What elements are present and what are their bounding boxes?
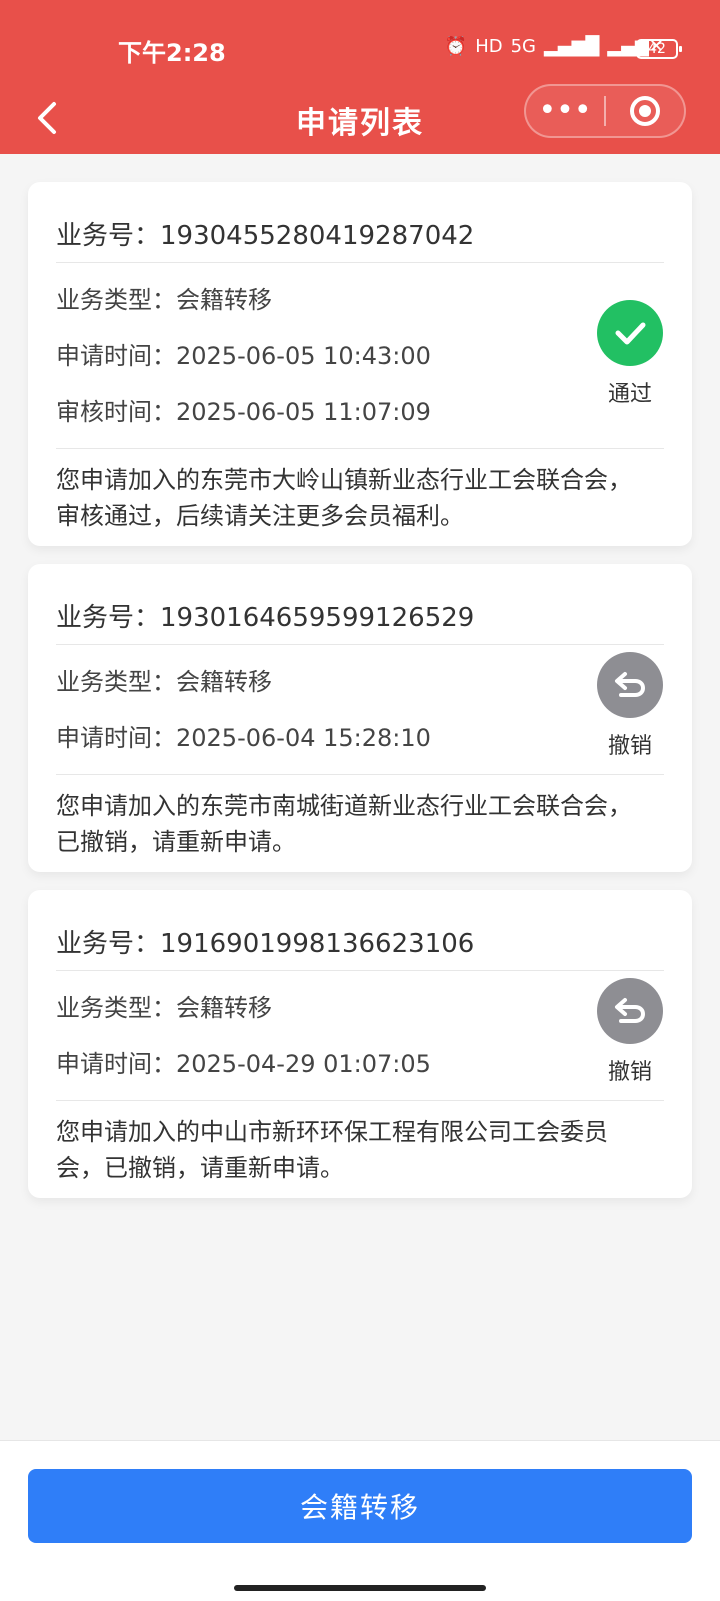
status-label: 撤销 xyxy=(607,734,652,759)
apply-time-row: 申请时间：2025-06-05 10:43:00 xyxy=(56,336,431,371)
battery-level: 42 xyxy=(648,41,666,57)
status-icons: ⏰ HD 5G ▂▄▆█ ▂▄▆✕ xyxy=(445,38,664,56)
status-label: 通过 xyxy=(607,382,652,407)
apply-time-label: 申请时间： xyxy=(56,724,176,752)
business-number-row: 业务号：1916901998136623106 xyxy=(56,923,474,960)
business-number-label: 业务号： xyxy=(56,929,161,959)
business-number-row: 业务号：1930455280419287042 xyxy=(56,215,474,252)
more-label: ••• xyxy=(538,93,592,128)
hd-icon: HD xyxy=(475,36,503,57)
close-miniapp-button[interactable] xyxy=(606,94,684,128)
membership-transfer-button[interactable]: 会籍转移 xyxy=(28,1469,692,1543)
navigation-bar: 申请列表 ••• xyxy=(0,84,720,154)
status-message: 您申请加入的东莞市南城街道新业态行业工会联合会，已撤销，请重新申请。 xyxy=(56,792,632,856)
application-card[interactable]: 业务号：1930164659599126529 业务类型：会籍转移 申请时间：2… xyxy=(28,564,692,872)
divider xyxy=(56,262,664,263)
business-number-row: 业务号：1930164659599126529 xyxy=(56,597,474,634)
battery-icon: 42 xyxy=(636,39,682,59)
business-number-label: 业务号： xyxy=(56,221,161,251)
divider xyxy=(56,970,664,971)
status-indicator: 撤销 xyxy=(596,652,664,760)
business-type-label: 业务类型： xyxy=(56,668,176,696)
divider xyxy=(56,774,664,775)
status-message: 您申请加入的东莞市大岭山镇新业态行业工会联合会，审核通过，后续请关注更多会员福利… xyxy=(56,466,632,530)
signal-icon: ▂▄▆█ xyxy=(544,36,600,57)
apply-time-value: 2025-04-29 01:07:05 xyxy=(176,1050,431,1078)
target-icon xyxy=(630,96,660,126)
status-time: 下午2:28 xyxy=(118,39,226,67)
apply-time-value: 2025-06-05 10:43:00 xyxy=(176,342,431,370)
review-time-value: 2025-06-05 11:07:09 xyxy=(176,398,431,426)
business-number-value: 1930164659599126529 xyxy=(160,603,475,633)
bottom-action-bar: 会籍转移 xyxy=(0,1440,720,1601)
business-type-value: 会籍转移 xyxy=(176,668,272,696)
review-time-row: 审核时间：2025-06-05 11:07:09 xyxy=(56,392,431,427)
business-type-row: 业务类型：会籍转移 xyxy=(56,662,272,697)
apply-time-value: 2025-06-04 15:28:10 xyxy=(176,724,431,752)
apply-time-label: 申请时间： xyxy=(56,342,176,370)
divider xyxy=(56,448,664,449)
application-card[interactable]: 业务号：1930455280419287042 业务类型：会籍转移 申请时间：2… xyxy=(28,182,692,546)
home-indicator[interactable] xyxy=(234,1585,486,1591)
alarm-icon: ⏰ xyxy=(444,36,468,57)
business-type-row: 业务类型：会籍转移 xyxy=(56,280,272,315)
more-button[interactable]: ••• xyxy=(526,84,604,138)
divider xyxy=(56,644,664,645)
approved-icon xyxy=(597,300,663,366)
business-type-value: 会籍转移 xyxy=(176,994,272,1022)
apply-time-label: 申请时间： xyxy=(56,1050,176,1078)
review-time-label: 审核时间： xyxy=(56,398,176,426)
business-type-label: 业务类型： xyxy=(56,994,176,1022)
application-card[interactable]: 业务号：1916901998136623106 业务类型：会籍转移 申请时间：2… xyxy=(28,890,692,1198)
business-number-label: 业务号： xyxy=(56,603,161,633)
revoke-icon xyxy=(597,978,663,1044)
business-type-row: 业务类型：会籍转移 xyxy=(56,988,272,1023)
status-message: 您申请加入的中山市新环环保工程有限公司工会委员会，已撤销，请重新申请。 xyxy=(56,1118,608,1182)
apply-time-row: 申请时间：2025-06-04 15:28:10 xyxy=(56,718,431,753)
business-number-value: 1916901998136623106 xyxy=(160,929,475,959)
status-label: 撤销 xyxy=(607,1060,652,1085)
divider xyxy=(56,1100,664,1101)
network-label: 5G xyxy=(510,36,536,57)
miniapp-capsule: ••• xyxy=(524,84,686,138)
status-indicator: 通过 xyxy=(596,300,664,408)
revoke-icon xyxy=(597,652,663,718)
status-indicator: 撤销 xyxy=(596,978,664,1086)
apply-time-row: 申请时间：2025-04-29 01:07:05 xyxy=(56,1044,431,1079)
business-type-label: 业务类型： xyxy=(56,286,176,314)
business-type-value: 会籍转移 xyxy=(176,286,272,314)
business-number-value: 1930455280419287042 xyxy=(160,221,475,251)
